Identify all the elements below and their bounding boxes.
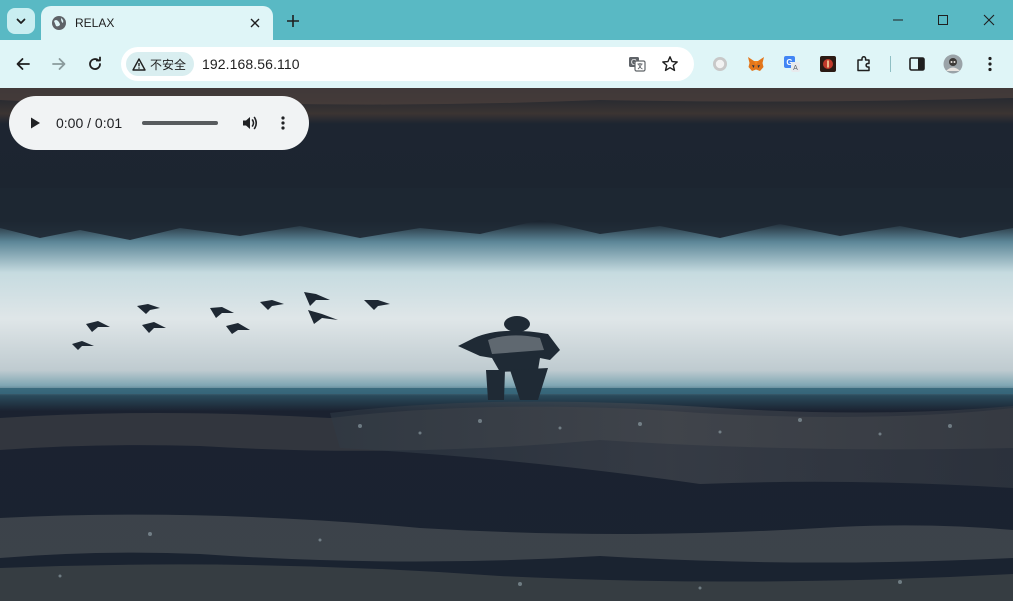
tab-strip: RELAX [0,0,1013,40]
audio-player: 0:00 / 0:01 [9,96,309,150]
tab-relax[interactable]: RELAX [41,6,273,40]
kebab-menu-icon[interactable] [980,54,1000,74]
play-button[interactable] [25,113,45,133]
volume-button[interactable] [240,113,260,133]
reload-button[interactable] [81,50,109,78]
plus-icon [287,15,299,27]
tab-search-button[interactable] [7,8,35,34]
audio-time: 0:00 / 0:01 [56,115,123,131]
star-icon [662,56,678,72]
toolbar-separator [890,56,891,72]
circle-extension-icon[interactable] [710,54,730,74]
maximize-icon [938,15,948,25]
minimize-icon [893,19,903,21]
metamask-fox-icon[interactable] [746,54,766,74]
audio-options-button[interactable] [273,113,293,133]
bookmark-star-icon[interactable] [660,54,680,74]
svg-text:A: A [793,65,798,72]
security-indicator[interactable]: 不安全 [126,52,195,76]
warning-triangle-icon [132,57,146,71]
maximize-button[interactable] [920,0,966,40]
google-translate-extension-icon[interactable]: GA [782,54,802,74]
browser-toolbar: 不安全 192.168.56.110 G GA [0,40,1013,88]
background-image [0,88,1013,601]
arrow-left-icon [16,58,30,70]
address-bar[interactable]: 不安全 192.168.56.110 G [121,47,694,81]
page-content: 0:00 / 0:01 [0,88,1013,601]
close-window-button[interactable] [966,0,1012,40]
back-button[interactable] [9,50,37,78]
volume-icon [243,116,258,130]
security-label: 不安全 [150,57,187,72]
tab-title: RELAX [75,16,115,30]
audio-progress-slider[interactable] [142,121,218,125]
arrow-right-icon [52,58,66,70]
play-icon [31,117,40,129]
minimize-button[interactable] [875,0,921,40]
chevron-down-icon [16,18,26,24]
close-icon [250,18,260,28]
kebab-menu-icon [281,116,285,130]
side-panel-icon[interactable] [907,54,927,74]
forward-button[interactable] [45,50,73,78]
close-icon [983,14,995,26]
puzzle-icon[interactable] [854,54,874,74]
reload-icon [89,56,101,70]
avatar[interactable] [943,54,963,74]
new-tab-button[interactable] [281,9,305,33]
translate-icon[interactable]: G [627,54,647,74]
tab-close-button[interactable] [245,13,265,33]
red-extension-icon[interactable] [818,54,838,74]
globe-icon [51,15,67,31]
url-text: 192.168.56.110 [202,56,300,72]
